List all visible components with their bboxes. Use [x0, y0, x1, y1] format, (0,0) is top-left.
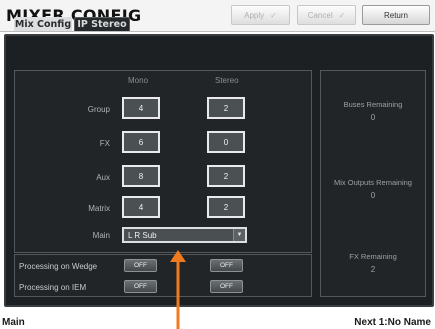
main-select[interactable]: L R Sub ▼: [122, 227, 247, 243]
row-label-aux: Aux: [96, 173, 110, 182]
mix-outputs-remaining-value: 0: [370, 191, 376, 200]
chevron-down-icon: ▼: [233, 229, 245, 241]
group-stereo-field[interactable]: 2: [207, 97, 245, 119]
tab-ip-stereo[interactable]: IP Stereo: [74, 17, 130, 31]
matrix-mono-field[interactable]: 4: [122, 196, 160, 218]
check-icon: ✓: [270, 10, 277, 20]
buses-remaining-label: Buses Remaining: [343, 100, 403, 109]
main-select-value: L R Sub: [128, 230, 157, 240]
row-label-matrix: Matrix: [88, 204, 110, 213]
matrix-stereo-field[interactable]: 2: [207, 196, 245, 218]
fx-remaining-value: 2: [370, 265, 376, 274]
processing-iem-stereo-toggle[interactable]: OFF: [210, 280, 243, 293]
row-label-fx: FX: [99, 139, 110, 148]
cancel-label: Cancel: [307, 10, 333, 20]
status-bar: Main Next 1:No Name: [0, 309, 435, 329]
next-mix-name: Next 1:No Name: [354, 317, 431, 328]
fx-mono-field[interactable]: 6: [122, 131, 160, 153]
row-label-main: Main: [92, 231, 110, 240]
apply-button[interactable]: Apply ✓: [231, 5, 290, 25]
fx-stereo-field[interactable]: 0: [207, 131, 245, 153]
fx-remaining-label: FX Remaining: [349, 252, 397, 261]
mix-outputs-remaining-label: Mix Outputs Remaining: [334, 178, 412, 187]
buses-remaining-value: 0: [370, 113, 376, 122]
pointer-arrow-icon: [170, 250, 186, 329]
row-label-group: Group: [87, 105, 110, 114]
aux-stereo-field[interactable]: 2: [207, 165, 245, 187]
mix-config-section: [14, 70, 312, 253]
group-mono-field[interactable]: 4: [122, 97, 160, 119]
processing-iem-mono-toggle[interactable]: OFF: [124, 280, 157, 293]
processing-wedge-label: Processing on Wedge: [19, 262, 98, 271]
aux-mono-field[interactable]: 8: [122, 165, 160, 187]
current-mix-name: Main: [2, 317, 25, 328]
processing-wedge-mono-toggle[interactable]: OFF: [124, 259, 157, 272]
tab-mix-config[interactable]: Mix Config: [14, 17, 72, 31]
return-button[interactable]: Return: [362, 5, 430, 25]
check-icon: ✓: [338, 10, 346, 20]
processing-wedge-stereo-toggle[interactable]: OFF: [210, 259, 243, 272]
column-header-mono: Mono: [128, 76, 149, 85]
return-label: Return: [383, 10, 408, 20]
apply-label: Apply: [244, 10, 265, 20]
processing-iem-label: Processing on IEM: [19, 283, 87, 292]
column-header-stereo: Stereo: [215, 76, 239, 85]
cancel-button[interactable]: Cancel ✓: [297, 5, 356, 25]
